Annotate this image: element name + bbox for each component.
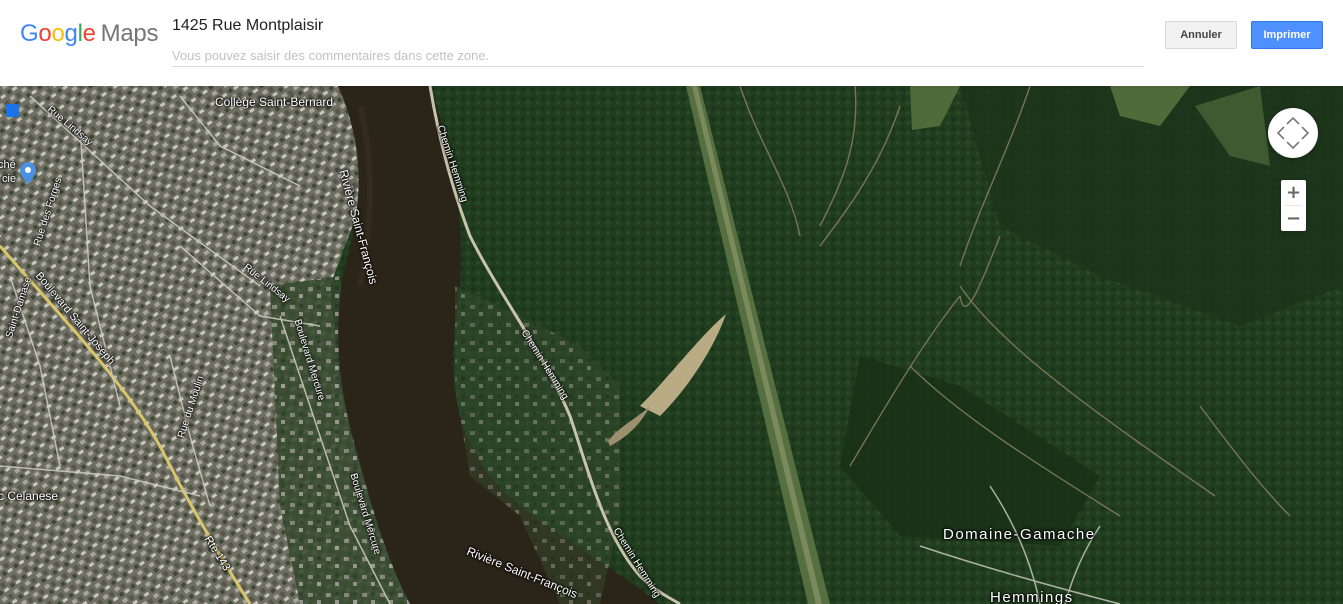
google-wordmark: Google bbox=[20, 20, 96, 47]
google-wordmark-letter: G bbox=[20, 20, 39, 47]
header: GoogleMaps 1425 Rue Montplaisir Annuler … bbox=[0, 0, 1343, 86]
address-title: 1425 Rue Montplaisir bbox=[172, 17, 324, 34]
pan-control[interactable] bbox=[1268, 108, 1318, 158]
map-label-celanese[interactable]: c Celanese bbox=[0, 489, 58, 503]
map-label-domaine-gamache: Domaine-Gamache bbox=[943, 526, 1096, 543]
cancel-button[interactable]: Annuler bbox=[1165, 21, 1237, 49]
google-wordmark-letter: e bbox=[82, 20, 96, 47]
google-wordmark-letter: g bbox=[64, 20, 78, 47]
google-wordmark-letter: o bbox=[51, 20, 65, 47]
map-label-poi-partial-2[interactable]: cie bbox=[2, 173, 16, 185]
google-wordmark-letter: o bbox=[38, 20, 52, 47]
map-label-hemmings: Hemmings bbox=[990, 589, 1074, 604]
satellite-imagery bbox=[0, 86, 1343, 604]
map-label-poi-partial-1[interactable]: ché bbox=[0, 159, 16, 171]
map-label-college[interactable]: Collège Saint-Bernard bbox=[215, 95, 333, 109]
satellite-map[interactable]: Collège Saint-Bernard Rivière Saint-Fran… bbox=[0, 86, 1343, 604]
comment-input[interactable] bbox=[172, 44, 1144, 67]
maps-wordmark: Maps bbox=[100, 20, 159, 47]
google-maps-logo: Google Maps bbox=[20, 20, 158, 48]
zoom-out-button[interactable]: − bbox=[1281, 206, 1306, 231]
zoom-control: + − bbox=[1281, 180, 1306, 231]
transit-station-icon[interactable] bbox=[6, 104, 19, 117]
print-button[interactable]: Imprimer bbox=[1251, 21, 1323, 49]
zoom-in-button[interactable]: + bbox=[1281, 180, 1306, 205]
pan-arrows-icon bbox=[1276, 116, 1310, 150]
location-pin-icon[interactable] bbox=[20, 162, 36, 184]
